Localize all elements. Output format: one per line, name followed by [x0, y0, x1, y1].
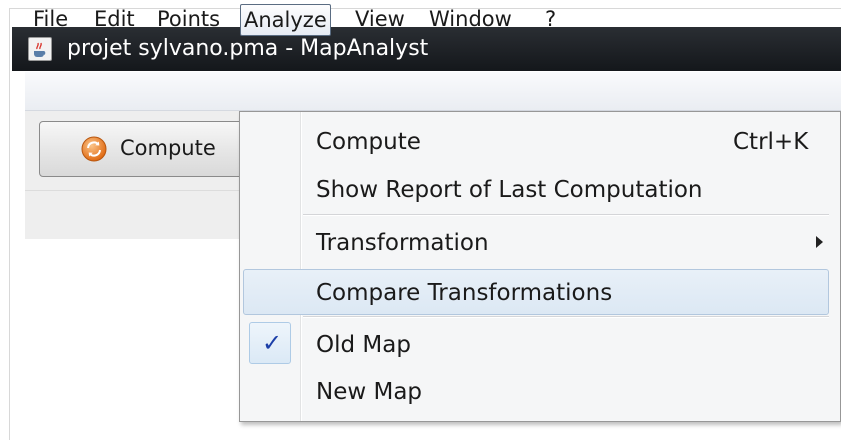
- menu-item-compute-shortcut: Ctrl+K: [733, 129, 809, 155]
- menu-item-transformation-label: Transformation: [316, 230, 489, 256]
- menu-edit[interactable]: Edit: [91, 4, 138, 34]
- checkmark-icon: ✓: [262, 329, 283, 357]
- refresh-icon: [80, 135, 108, 163]
- java-cup-icon: [28, 37, 52, 61]
- menu-separator: [303, 214, 829, 216]
- menu-separator: [303, 316, 829, 318]
- menu-file[interactable]: File: [30, 4, 71, 34]
- menu-points[interactable]: Points: [154, 4, 223, 34]
- menu-item-old-map-label: Old Map: [316, 332, 411, 358]
- menu-bar: [25, 72, 841, 111]
- menu-item-show-report-label: Show Report of Last Computation: [316, 177, 703, 203]
- menu-analyze[interactable]: Analyze: [240, 4, 331, 36]
- compute-button-label: Compute: [120, 136, 216, 160]
- menu-view[interactable]: View: [352, 4, 408, 34]
- menu-item-compute-label: Compute: [316, 129, 421, 155]
- compute-button[interactable]: Compute: [39, 121, 249, 177]
- menu-item-compare-transformations-label: Compare Transformations: [316, 280, 613, 306]
- window-title: projet sylvano.pma - MapAnalyst: [67, 36, 429, 61]
- menu-item-new-map-label: New Map: [316, 379, 423, 405]
- menu-window[interactable]: Window: [426, 4, 515, 34]
- submenu-arrow-icon: [816, 236, 823, 248]
- menu-help[interactable]: ?: [542, 4, 559, 34]
